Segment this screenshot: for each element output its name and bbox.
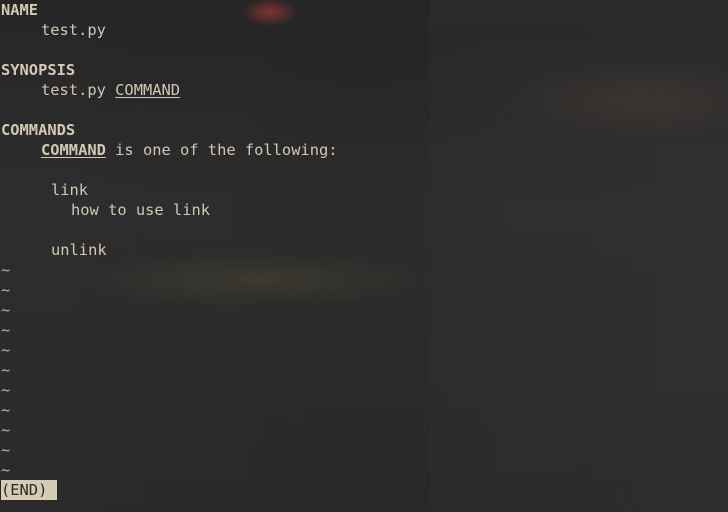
- synopsis-argument: COMMAND: [115, 81, 181, 99]
- empty-line-tilde: ~: [1, 381, 11, 399]
- terminal-window: NAME test.py SYNOPSIS test.py COMMAND CO…: [0, 0, 728, 512]
- empty-line-tilde: ~: [1, 441, 11, 459]
- empty-line-tilde: ~: [1, 281, 11, 299]
- command-description-link: how to use link: [71, 201, 210, 219]
- commands-intro-text: is one of the following:: [105, 141, 338, 159]
- empty-line-tilde: ~: [1, 261, 11, 279]
- commands-intro-line: COMMAND is one of the following:: [41, 140, 338, 160]
- empty-line-tilde: ~: [1, 321, 11, 339]
- synopsis-heading: SYNOPSIS: [1, 61, 76, 79]
- pager-status-end: (END): [1, 480, 58, 500]
- empty-line-tilde: ~: [1, 401, 11, 419]
- empty-line-tilde: ~: [1, 341, 11, 359]
- empty-line-tilde: ~: [1, 461, 11, 479]
- commands-heading: COMMANDS: [1, 121, 76, 139]
- empty-line-tilde: ~: [1, 421, 11, 439]
- command-name-link: link: [51, 181, 89, 199]
- empty-line-tilde: ~: [1, 361, 11, 379]
- synopsis-line: test.py COMMAND: [41, 80, 180, 100]
- name-heading: NAME: [1, 1, 39, 19]
- commands-argument: COMMAND: [41, 141, 106, 159]
- command-name-unlink: unlink: [51, 241, 107, 259]
- name-value: test.py: [41, 21, 106, 39]
- empty-line-tilde: ~: [1, 301, 11, 319]
- synopsis-program: test.py: [41, 81, 106, 99]
